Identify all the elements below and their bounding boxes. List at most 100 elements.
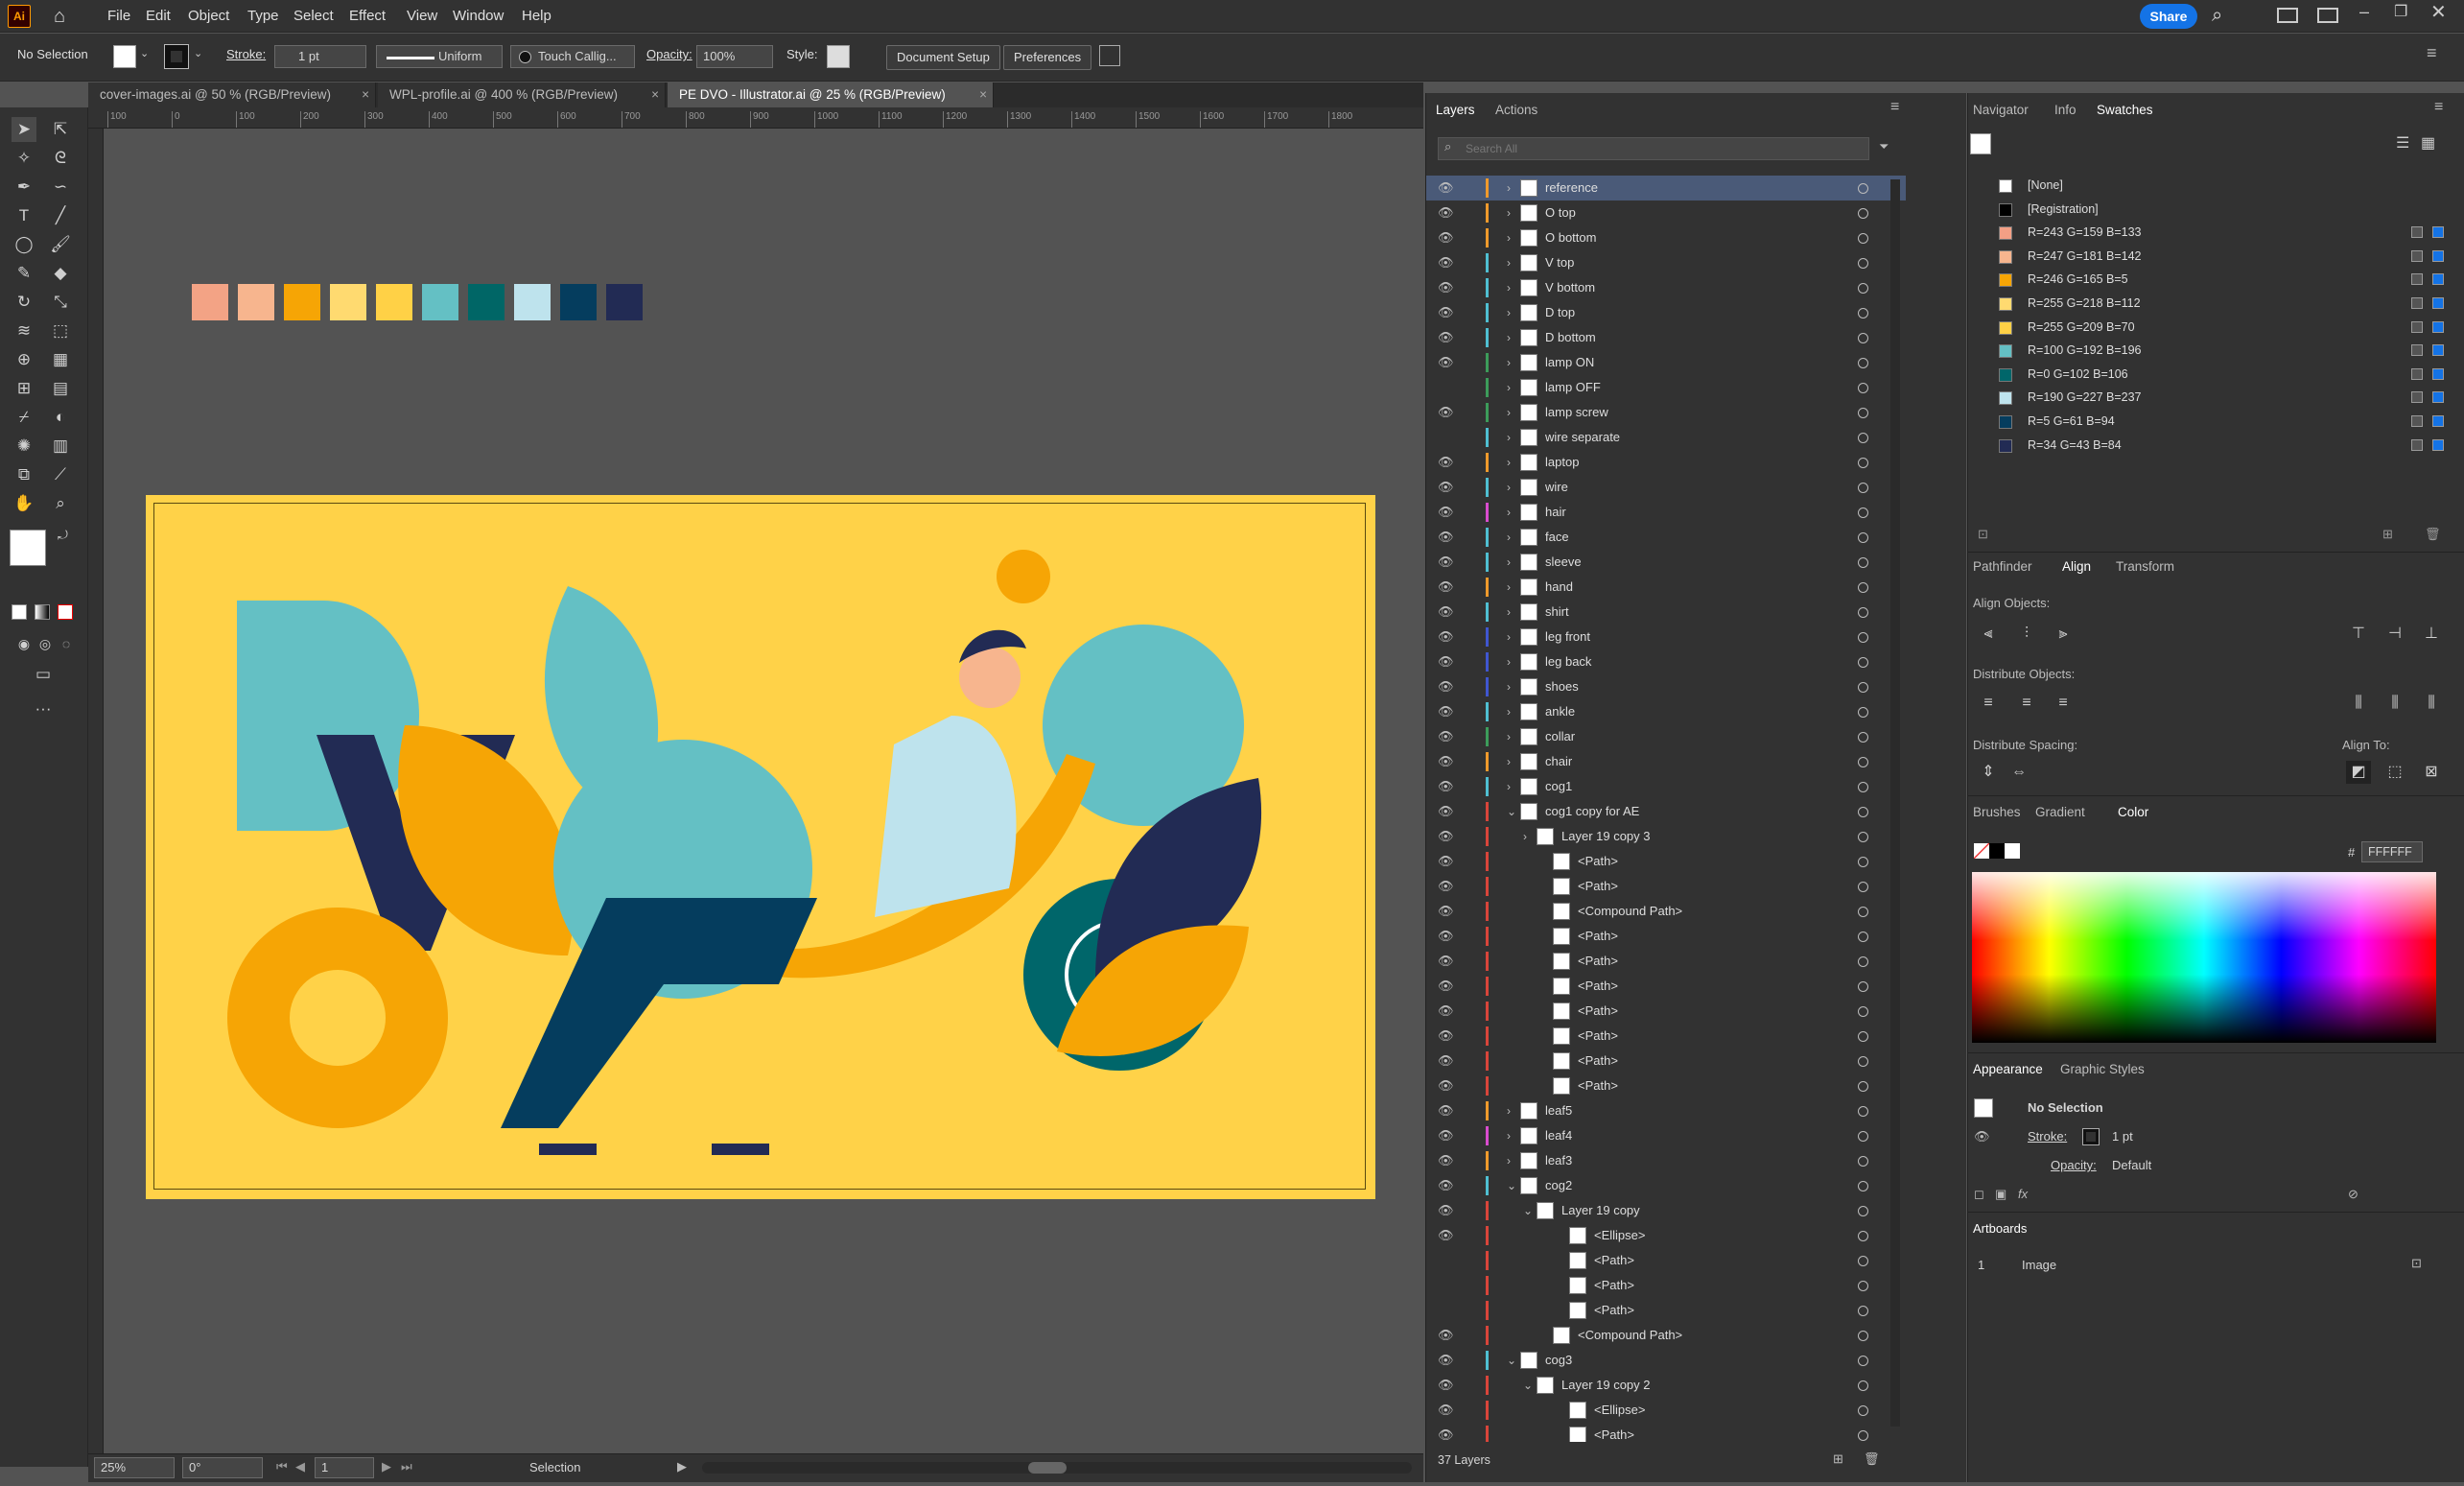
tab-layers[interactable]: Layers	[1436, 103, 1475, 117]
mesh-tool-icon[interactable]: ⊞	[12, 376, 36, 401]
horizontal-scrollbar[interactable]	[702, 1462, 1412, 1474]
eyedropper-tool-icon[interactable]: ⌿	[12, 405, 36, 430]
arrange-icon[interactable]	[2317, 8, 2338, 23]
color-mode-icon[interactable]	[12, 604, 27, 620]
delete-layer-icon[interactable]: 🗑	[1864, 1451, 1880, 1467]
zoom-tool-icon[interactable]: ⌕	[48, 491, 73, 516]
expand-chevron-icon[interactable]: ⌄	[1523, 1198, 1535, 1223]
target-circle-icon[interactable]	[1858, 1281, 1868, 1291]
layer-row[interactable]: 👁 <Compound Path>	[1426, 899, 1906, 924]
visibility-eye-icon[interactable]: 👁	[1438, 1198, 1454, 1223]
add-stroke-icon[interactable]: ◻	[1974, 1187, 1984, 1202]
search-icon[interactable]: ⌕	[2212, 5, 2222, 27]
target-circle-icon[interactable]	[1858, 283, 1868, 294]
layer-row[interactable]: 👁 › wire	[1426, 475, 1906, 500]
layers-menu-icon[interactable]: ≡	[1890, 99, 1899, 116]
layer-row[interactable]: 👁 › leg front	[1426, 625, 1906, 649]
visibility-eye-icon[interactable]: 👁	[1438, 749, 1454, 774]
visibility-eye-icon[interactable]: 👁	[1438, 874, 1454, 899]
target-circle-icon[interactable]	[1858, 1331, 1868, 1341]
visibility-eye-icon[interactable]: 👁	[1438, 250, 1454, 275]
swatch-row[interactable]: R=34 G=43 B=84	[1982, 434, 2444, 457]
maximize-icon[interactable]: ❐	[2394, 2, 2407, 21]
target-circle-icon[interactable]	[1858, 981, 1868, 992]
layer-row[interactable]: 👁 <Path>	[1426, 1423, 1906, 1442]
target-circle-icon[interactable]	[1858, 807, 1868, 817]
expand-chevron-icon[interactable]: ›	[1507, 500, 1518, 525]
align-to-artboard-icon[interactable]: ⊠	[2419, 761, 2444, 784]
scale-tool-icon[interactable]: ⤡	[48, 290, 73, 315]
artboard[interactable]	[146, 495, 1375, 1199]
visibility-eye-icon[interactable]: 👁	[1438, 450, 1454, 475]
menu-file[interactable]: File	[107, 8, 130, 24]
workspace-icon[interactable]	[2277, 8, 2298, 23]
distribute-bottom-icon[interactable]: ≡	[2051, 692, 2076, 715]
visibility-eye-icon[interactable]: 👁	[1438, 225, 1454, 250]
visibility-eye-icon[interactable]: 👁	[1438, 1148, 1454, 1173]
layer-row[interactable]: 👁 › laptop	[1426, 450, 1906, 475]
expand-chevron-icon[interactable]: ›	[1507, 749, 1518, 774]
palette-swatch[interactable]	[422, 284, 458, 320]
shape-builder-tool-icon[interactable]: ⊕	[12, 347, 36, 372]
visibility-eye-icon[interactable]: 👁	[1438, 1098, 1454, 1123]
fill-swatch[interactable]	[113, 45, 136, 68]
filter-icon[interactable]: ⏷	[1879, 139, 1889, 154]
layer-row[interactable]: 👁 <Path>	[1426, 999, 1906, 1024]
new-swatch-icon[interactable]: ⊞	[2382, 527, 2393, 542]
visibility-eye-icon[interactable]: 👁	[1438, 949, 1454, 974]
swatch-row[interactable]: R=190 G=227 B=237	[1982, 386, 2444, 409]
tab-graphic-styles[interactable]: Graphic Styles	[2060, 1062, 2145, 1076]
vertical-spacing-icon[interactable]: ⇕	[1976, 761, 2001, 784]
layer-row[interactable]: 👁 <Path>	[1426, 1024, 1906, 1049]
visibility-eye-icon[interactable]: 👁	[1438, 200, 1454, 225]
blend-tool-icon[interactable]: ◐	[48, 405, 73, 430]
target-circle-icon[interactable]	[1858, 657, 1868, 668]
target-circle-icon[interactable]	[1858, 1156, 1868, 1167]
horizontal-ruler[interactable]: 100 0 100 200 300 400 500 600 700 800 900 1000 1100 1…	[88, 107, 1423, 129]
swatch-row[interactable]: R=255 G=209 B=70	[1982, 316, 2444, 339]
visibility-eye-icon[interactable]: 👁	[1438, 300, 1454, 325]
layer-row[interactable]: 👁 › V bottom	[1426, 275, 1906, 300]
expand-chevron-icon[interactable]: ›	[1507, 699, 1518, 724]
expand-chevron-icon[interactable]: ›	[1507, 625, 1518, 649]
expand-chevron-icon[interactable]: ›	[1507, 1098, 1518, 1123]
visibility-eye-icon[interactable]: 👁	[1438, 849, 1454, 874]
target-circle-icon[interactable]	[1858, 1405, 1868, 1416]
swap-fill-stroke-icon[interactable]: ⤾	[58, 528, 68, 543]
color-none-icon[interactable]	[1974, 843, 1989, 859]
tab-info[interactable]: Info	[2054, 103, 2077, 117]
expand-chevron-icon[interactable]: ›	[1507, 674, 1518, 699]
expand-chevron-icon[interactable]: ⌄	[1507, 799, 1518, 824]
layer-row[interactable]: 👁 › lamp screw	[1426, 400, 1906, 425]
layer-row[interactable]: 👁 › face	[1426, 525, 1906, 550]
layer-row[interactable]: 👁 › sleeve	[1426, 550, 1906, 575]
target-circle-icon[interactable]	[1858, 557, 1868, 568]
swatch-row[interactable]: R=247 G=181 B=142	[1982, 245, 2444, 268]
expand-chevron-icon[interactable]: ⌄	[1507, 1173, 1518, 1198]
layer-row[interactable]: 👁 <Path>	[1426, 849, 1906, 874]
distribute-right-icon[interactable]: ⫼	[2419, 692, 2444, 715]
palette-swatch[interactable]	[330, 284, 366, 320]
visibility-eye-icon[interactable]: 👁	[1438, 1024, 1454, 1049]
dvo-illustration[interactable]	[146, 495, 1375, 1199]
target-circle-icon[interactable]	[1858, 732, 1868, 743]
menu-effect[interactable]: Effect	[349, 8, 386, 24]
target-circle-icon[interactable]	[1858, 383, 1868, 393]
target-circle-icon[interactable]	[1858, 932, 1868, 942]
target-circle-icon[interactable]	[1858, 233, 1868, 244]
rotate-tool-icon[interactable]: ↻	[12, 290, 36, 315]
draw-inside-icon[interactable]: ◌	[54, 631, 79, 656]
artboard-tool-icon[interactable]: ⧉	[12, 462, 36, 487]
delete-swatch-icon[interactable]: 🗑	[2425, 527, 2441, 542]
stroke-visibility-icon[interactable]: 👁	[1974, 1129, 1990, 1144]
clear-appearance-icon[interactable]: ⊘	[2348, 1187, 2358, 1202]
target-circle-icon[interactable]	[1858, 1206, 1868, 1216]
palette-swatch[interactable]	[606, 284, 643, 320]
target-circle-icon[interactable]	[1858, 707, 1868, 718]
layer-row[interactable]: <Path>	[1426, 1273, 1906, 1298]
expand-chevron-icon[interactable]: ›	[1507, 575, 1518, 600]
expand-chevron-icon[interactable]: ›	[1507, 525, 1518, 550]
appearance-opacity-label[interactable]: Opacity:	[2051, 1158, 2097, 1172]
tab-close-icon[interactable]: ×	[979, 83, 987, 107]
prev-artboard-icon[interactable]: ◀	[295, 1459, 305, 1474]
